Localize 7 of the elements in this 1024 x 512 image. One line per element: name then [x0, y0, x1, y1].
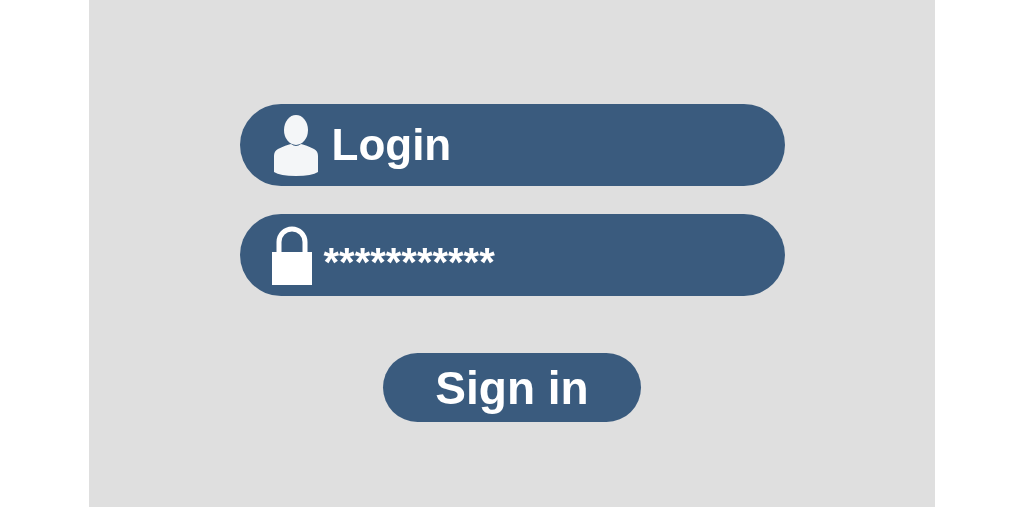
field-value: Login [331, 120, 452, 170]
password-field[interactable]: *********** [239, 214, 785, 296]
user-icon [271, 114, 320, 176]
padlock-icon [271, 225, 312, 285]
field-value: *********** [323, 239, 495, 285]
username-field[interactable]: Login [239, 104, 785, 186]
sign-in-button[interactable]: Sign in [383, 353, 641, 422]
